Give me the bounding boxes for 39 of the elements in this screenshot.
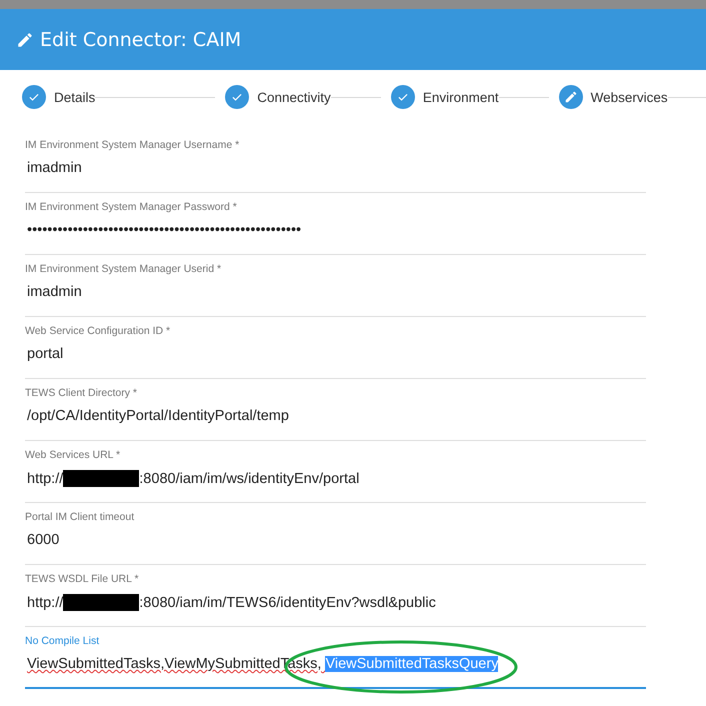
input-field[interactable]: TEWS WSDL File URL * http:// :8080/iam/im/TEWS6/identityEnv?wsdl&public	[25, 565, 646, 627]
field-label: Portal IM Client timeout	[25, 511, 136, 523]
field-label: IM Environment System Manager Password *	[25, 201, 238, 213]
field-label: Web Services URL *	[25, 449, 122, 461]
pencil-icon	[16, 30, 34, 48]
field-value: 6000	[27, 532, 60, 548]
input-field[interactable]: Web Service Configuration ID * portal	[25, 317, 646, 379]
field-value: http://	[27, 594, 64, 610]
pencil-icon	[564, 90, 578, 104]
field-label: IM Environment System Manager Userid *	[25, 263, 222, 275]
field-label: TEWS Client Directory *	[25, 387, 138, 399]
field-label: TEWS WSDL File URL *	[25, 573, 140, 585]
field-value: ••••••••••••••••••••••••••••••••••••••••••••••••••••••	[27, 222, 302, 238]
input-field[interactable]: Portal IM Client timeout 6000	[25, 503, 646, 565]
input-field[interactable]: TEWS Client Directory * /opt/CA/IdentityPortal/IdentityPortal/temp	[25, 379, 646, 441]
input-field[interactable]: IM Environment System Manager Username * imadmin	[25, 131, 646, 193]
input-field[interactable]: IM Environment System Manager Userid * imadmin	[25, 255, 646, 317]
field-value: portal	[27, 346, 64, 362]
step-label[interactable]: Connectivity	[257, 90, 331, 104]
step-indicator[interactable]	[390, 85, 415, 109]
step-label[interactable]: Environment	[422, 90, 499, 104]
step-label[interactable]: Webservices	[590, 90, 668, 104]
field-label: IM Environment System Manager Username *	[25, 139, 240, 151]
step-indicator[interactable]	[22, 85, 46, 109]
field-label: No Compile List	[25, 635, 100, 647]
input-field[interactable]: IM Environment System Manager Password * ••••••••••••••••••••••••••••••••••••••••••••••••••••••	[25, 193, 646, 255]
field-value: /opt/CA/IdentityPortal/IdentityPortal/temp	[27, 408, 289, 424]
step-label[interactable]: Details	[54, 90, 96, 104]
field-value: http://	[27, 470, 64, 486]
field-label: Web Service Configuration ID *	[25, 325, 172, 337]
step-indicator[interactable]	[558, 85, 583, 109]
selected-text: ViewSubmittedTasksQuery	[325, 656, 498, 672]
dialog-title: Edit Connector: CAIM	[40, 28, 242, 50]
field-value: imadmin	[27, 284, 82, 300]
step-indicator[interactable]	[225, 85, 250, 109]
field-value: :8080/iam/im/TEWS6/identityEnv?wsdl&public	[139, 594, 436, 610]
field-value: imadmin	[27, 160, 82, 176]
input-field[interactable]: Web Services URL * http:// :8080/iam/im/ws/identityEnv/portal	[25, 441, 646, 503]
field-value: :8080/iam/im/ws/identityEnv/portal	[139, 470, 360, 486]
